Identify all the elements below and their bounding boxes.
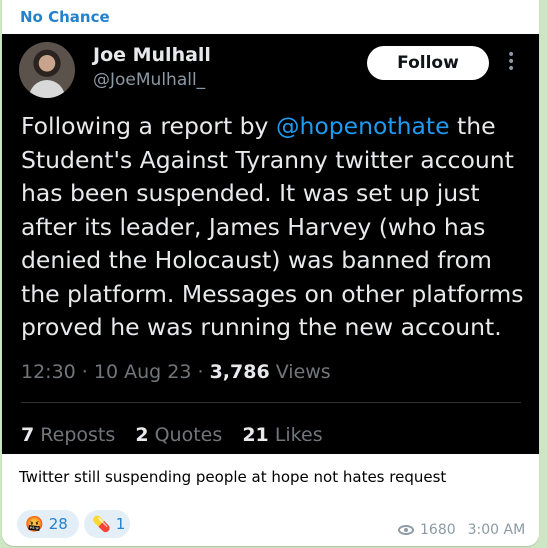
tweet-stats: 7 Reposts 2 Quotes 21 Likes [21,424,337,446]
reaction-count: 1 [115,515,126,533]
pill-icon: 💊 [92,515,111,533]
reaction-pill[interactable]: 💊 1 [84,510,130,538]
views-label: Views [275,361,331,383]
message-time: 3:00 AM [467,522,526,538]
message-bubble: No Chance Joe Mulhall @JoeMulhall_ Follo… [2,0,539,546]
author-handle: @JoeMulhall_ [93,70,206,90]
reposts-count: 7 [21,424,35,446]
message-views: 1680 [420,522,456,538]
channel-name[interactable]: No Chance [20,8,110,26]
views-count: 3,786 [209,361,270,383]
reaction-count: 28 [48,515,68,533]
quotes-count: 2 [135,424,149,446]
tweet-time: 12:30 [21,361,76,383]
tweet-date: 10 Aug 23 [93,361,192,383]
tweet-meta: 12:30 · 10 Aug 23 · 3,786 Views [21,361,331,383]
angry-face-icon: 🤬 [25,515,44,533]
reaction-angry[interactable]: 🤬 28 [17,510,79,538]
quotes-label: Quotes [154,424,223,446]
tweet-text-before: Following a report by [21,112,276,140]
follow-button: Follow [367,46,489,80]
eye-icon [398,525,414,535]
message-info: 1680 3:00 AM [398,522,525,538]
tweet-screenshot[interactable]: Joe Mulhall @JoeMulhall_ Follow • • • Foll… [2,34,539,454]
tweet-text-after: the Student's Against Tyranny twitter ac… [21,112,524,341]
author-name: Joe Mulhall [93,44,211,66]
mention-link: @hopenothate [275,112,450,140]
tweet-text: Following a report by @hopenothate the S… [21,110,529,345]
message-caption: Twitter still suspending people at hope … [19,468,447,486]
more-options-icon: • • • [507,47,516,77]
likes-label: Likes [274,424,323,446]
divider [21,402,521,403]
avatar [19,42,75,98]
likes-count: 21 [242,424,269,446]
reposts-label: Reposts [40,424,116,446]
